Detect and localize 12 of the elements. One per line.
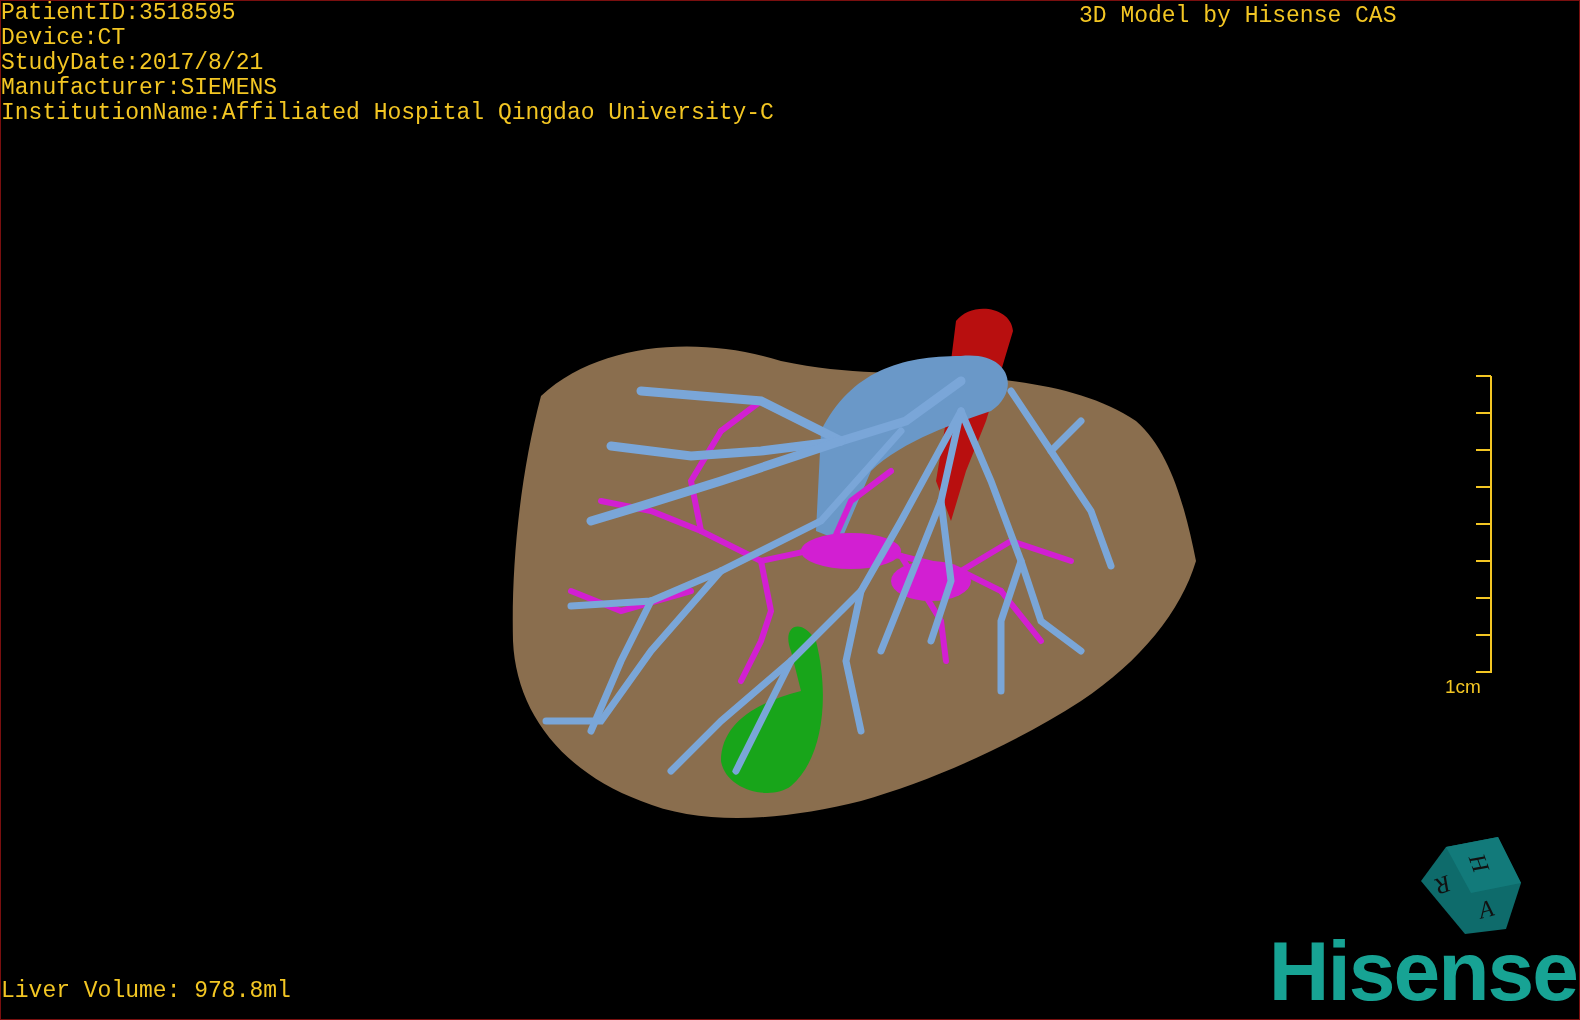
study-info-text: Device:CT xyxy=(1,26,127,51)
cube-face-label: A xyxy=(1475,894,1497,924)
study-info-text: InstitutionName:Affiliated Hospital Qingdao University-C xyxy=(1,101,774,126)
study-info-text: Manufacturer:SIEMENS xyxy=(1,76,279,101)
cube-face-label: R xyxy=(1431,870,1455,900)
scale-label: 1cm xyxy=(1445,676,1481,698)
liver-volume-text: Liver Volume: 978.8ml xyxy=(1,977,291,1005)
cube-face-label: H xyxy=(1463,850,1495,876)
study-info-text: StudyDate:2017/8/21 xyxy=(1,51,265,76)
orientation-cube[interactable]: H R A xyxy=(1419,835,1523,935)
study-info-text: PatientID:3518595 xyxy=(1,1,237,26)
model-caption: 3D Model by Hisense CAS xyxy=(1079,2,1397,31)
